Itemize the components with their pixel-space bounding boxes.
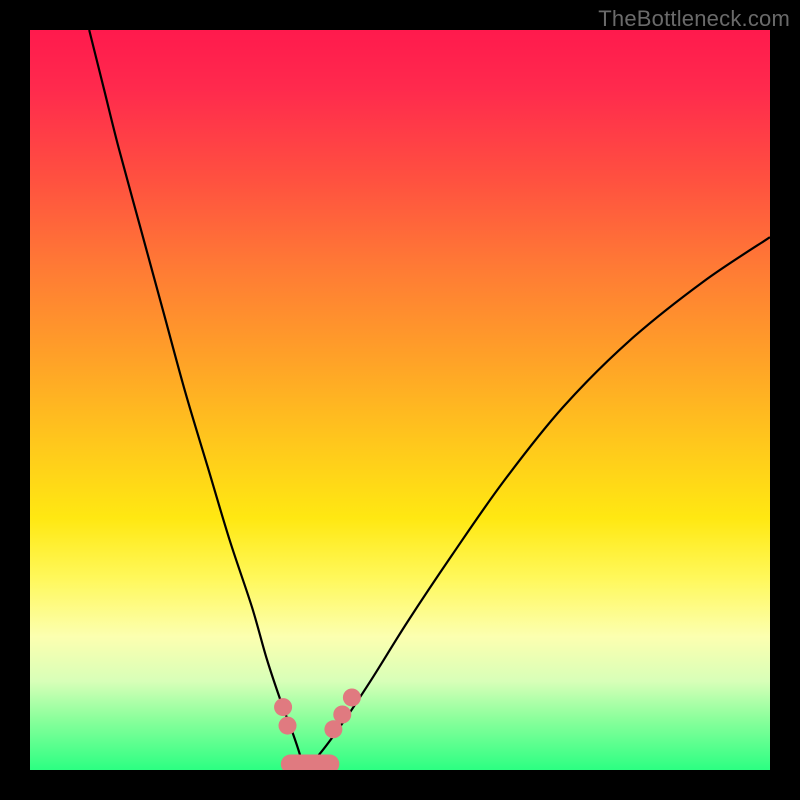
chart-stage: TheBottleneck.com xyxy=(0,0,800,800)
data-marker xyxy=(333,706,351,724)
bottom-blob xyxy=(281,754,339,770)
data-marker xyxy=(279,717,297,735)
plot-area xyxy=(30,30,770,770)
data-marker xyxy=(343,688,361,706)
markers-group xyxy=(274,688,361,738)
curve-layer xyxy=(30,30,770,770)
watermark-text: TheBottleneck.com xyxy=(598,6,790,32)
left-curve xyxy=(89,30,304,770)
data-marker xyxy=(274,698,292,716)
right-curve xyxy=(304,237,770,770)
